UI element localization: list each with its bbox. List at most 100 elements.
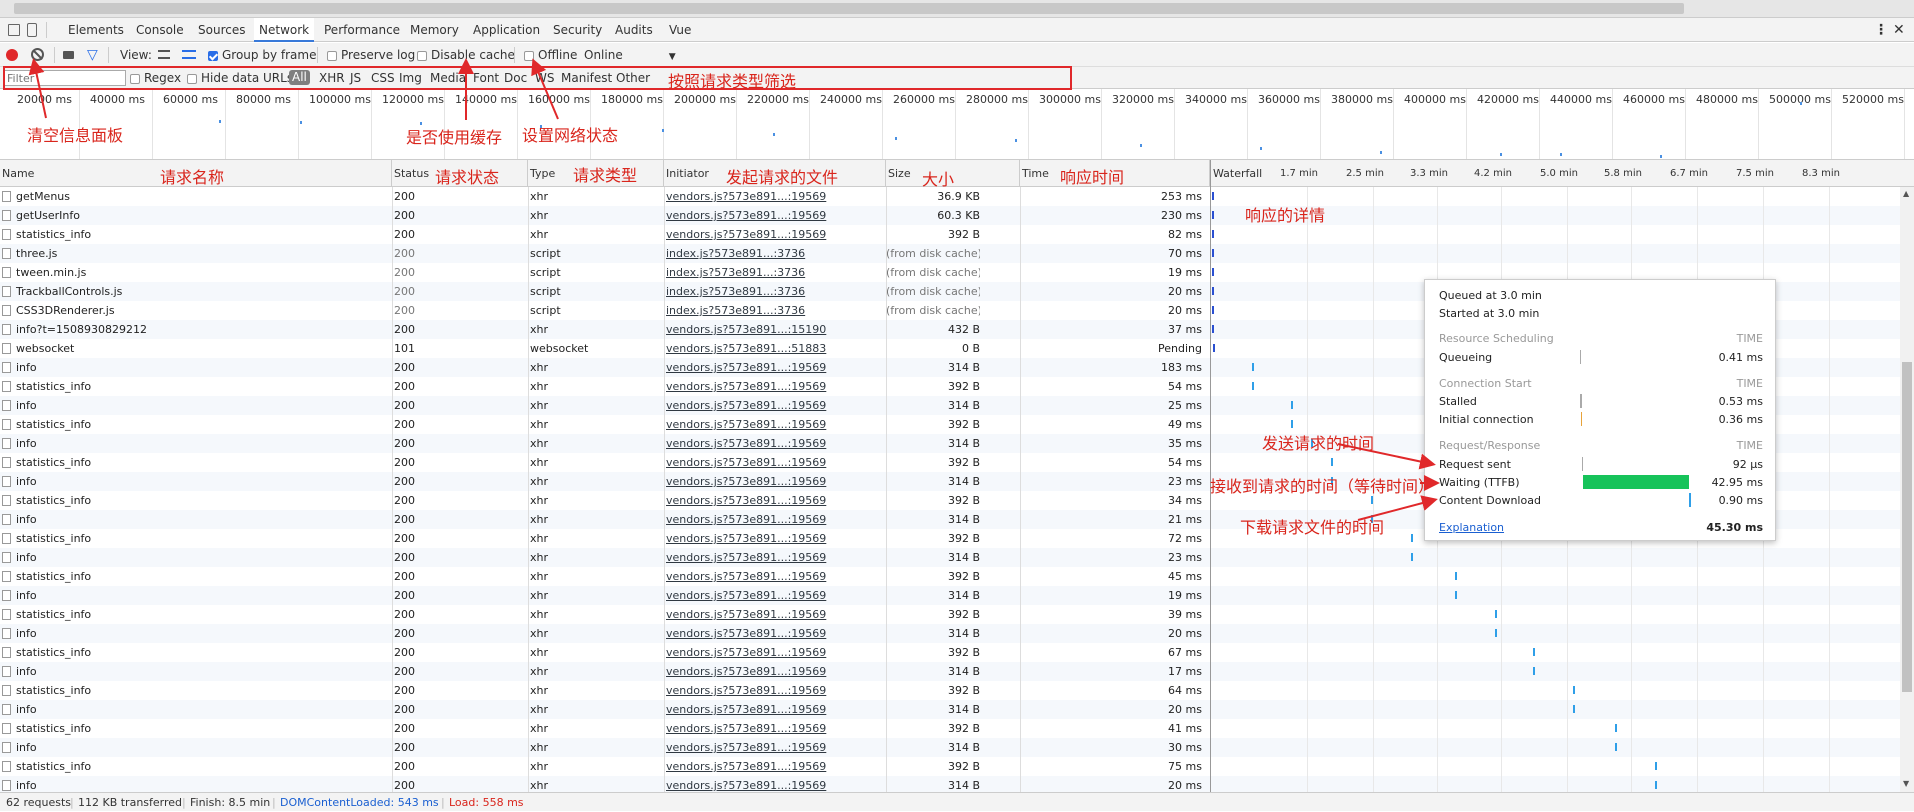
waterfall-bar[interactable] <box>1252 382 1254 390</box>
horizontal-scrollbar[interactable] <box>0 0 1914 18</box>
waterfall-bar[interactable] <box>1291 401 1293 409</box>
tab-application[interactable]: Application <box>473 18 540 42</box>
table-row[interactable]: statistics_info 200 xhr vendors.js?573e891.… <box>0 605 1210 624</box>
request-initiator[interactable]: index.js?573e891...:3736 <box>666 244 884 263</box>
waterfall-bar[interactable] <box>1212 325 1214 333</box>
waterfall-bar[interactable] <box>1291 420 1293 428</box>
request-initiator[interactable]: vendors.js?573e891...:15190 <box>666 320 884 339</box>
waterfall-bar[interactable] <box>1212 192 1214 200</box>
offline-checkbox[interactable]: Offline <box>524 44 577 66</box>
more-options-icon[interactable]: ⋮ <box>1874 18 1888 42</box>
table-row[interactable]: info 200 xhr vendors.js?573e891...:19569 314… <box>0 434 1210 453</box>
table-row[interactable]: statistics_info 200 xhr vendors.js?573e891.… <box>0 529 1210 548</box>
waterfall-bar[interactable] <box>1212 249 1214 257</box>
request-initiator[interactable]: vendors.js?573e891...:19569 <box>666 624 884 643</box>
request-initiator[interactable]: vendors.js?573e891...:19569 <box>666 206 884 225</box>
table-row[interactable]: statistics_info 200 xhr vendors.js?573e891.… <box>0 491 1210 510</box>
table-row[interactable]: statistics_info 200 xhr vendors.js?573e891.… <box>0 757 1210 776</box>
table-row[interactable]: statistics_info 200 xhr vendors.js?573e891.… <box>0 225 1210 244</box>
request-initiator[interactable]: vendors.js?573e891...:19569 <box>666 643 884 662</box>
scrollbar-thumb[interactable] <box>1902 362 1912 692</box>
disable-cache-checkbox[interactable]: Disable cache <box>417 44 515 66</box>
table-row[interactable]: info 200 xhr vendors.js?573e891...:19569 314… <box>0 624 1210 643</box>
request-initiator[interactable]: vendors.js?573e891...:19569 <box>666 434 884 453</box>
table-row[interactable]: websocket 101 websocket vendors.js?573e891.… <box>0 339 1210 358</box>
scroll-up-icon[interactable]: ▲ <box>1903 189 1909 198</box>
table-row[interactable]: info 200 xhr vendors.js?573e891...:19569 314… <box>0 738 1210 757</box>
waterfall-bar[interactable] <box>1411 534 1413 542</box>
waterfall-bar[interactable] <box>1533 667 1535 675</box>
record-icon[interactable] <box>6 49 18 61</box>
table-row[interactable]: statistics_info 200 xhr vendors.js?573e891.… <box>0 415 1210 434</box>
request-initiator[interactable]: index.js?573e891...:3736 <box>666 263 884 282</box>
waterfall-bar[interactable] <box>1573 705 1575 713</box>
tab-audits[interactable]: Audits <box>615 18 653 42</box>
waterfall-bar[interactable] <box>1212 268 1214 276</box>
table-row[interactable]: info 200 xhr vendors.js?573e891...:19569 314… <box>0 548 1210 567</box>
table-row[interactable]: info 200 xhr vendors.js?573e891...:19569 314… <box>0 700 1210 719</box>
request-initiator[interactable]: vendors.js?573e891...:19569 <box>666 776 884 792</box>
waterfall-view-icon[interactable] <box>182 50 196 59</box>
table-row[interactable]: tween.min.js 200 script index.js?573e891...… <box>0 263 1210 282</box>
throttling-select[interactable]: Online ▼ <box>584 44 676 68</box>
waterfall-bar[interactable] <box>1615 724 1617 732</box>
timeline-overview[interactable]: 20000 ms 40000 ms 60000 ms 80000 ms 100000 m… <box>0 89 1914 160</box>
group-by-frame-checkbox[interactable]: Group by frame <box>208 44 316 66</box>
request-initiator[interactable]: vendors.js?573e891...:19569 <box>666 377 884 396</box>
request-initiator[interactable]: vendors.js?573e891...:19569 <box>666 662 884 681</box>
waterfall-bar[interactable] <box>1655 781 1657 789</box>
table-row[interactable]: getUserInfo 200 xhr vendors.js?573e891...:1… <box>0 206 1210 225</box>
request-initiator[interactable]: vendors.js?573e891...:19569 <box>666 453 884 472</box>
request-initiator[interactable]: vendors.js?573e891...:19569 <box>666 548 884 567</box>
table-row[interactable]: statistics_info 200 xhr vendors.js?573e891.… <box>0 643 1210 662</box>
waterfall-bar[interactable] <box>1495 610 1497 618</box>
tab-security[interactable]: Security <box>553 18 602 42</box>
waterfall-bar[interactable] <box>1495 629 1497 637</box>
waterfall-bar[interactable] <box>1455 591 1457 599</box>
table-row[interactable]: statistics_info 200 xhr vendors.js?573e891.… <box>0 567 1210 586</box>
tab-memory[interactable]: Memory <box>410 18 459 42</box>
table-row[interactable]: statistics_info 200 xhr vendors.js?573e891.… <box>0 681 1210 700</box>
tab-console[interactable]: Console <box>136 18 184 42</box>
request-initiator[interactable]: index.js?573e891...:3736 <box>666 282 884 301</box>
large-rows-icon[interactable] <box>158 50 170 59</box>
request-initiator[interactable]: vendors.js?573e891...:19569 <box>666 738 884 757</box>
table-row[interactable]: statistics_info 200 xhr vendors.js?573e891.… <box>0 377 1210 396</box>
waterfall-bar[interactable] <box>1455 572 1457 580</box>
request-initiator[interactable]: vendors.js?573e891...:19569 <box>666 187 884 206</box>
request-initiator[interactable]: vendors.js?573e891...:19569 <box>666 358 884 377</box>
waterfall-bar[interactable] <box>1212 230 1214 238</box>
request-initiator[interactable]: vendors.js?573e891...:19569 <box>666 719 884 738</box>
waterfall-bar[interactable] <box>1533 648 1535 656</box>
explanation-link[interactable]: Explanation <box>1439 521 1504 534</box>
filter-icon[interactable]: ▽ <box>87 47 98 63</box>
waterfall-bar[interactable] <box>1252 363 1254 371</box>
waterfall-bar[interactable] <box>1371 496 1373 504</box>
table-row[interactable]: info 200 xhr vendors.js?573e891...:19569 314… <box>0 586 1210 605</box>
request-initiator[interactable]: vendors.js?573e891...:19569 <box>666 225 884 244</box>
table-row[interactable]: info 200 xhr vendors.js?573e891...:19569 314… <box>0 662 1210 681</box>
request-initiator[interactable]: vendors.js?573e891...:19569 <box>666 681 884 700</box>
table-row[interactable]: CSS3DRenderer.js 200 script index.js?573e89… <box>0 301 1210 320</box>
request-initiator[interactable]: vendors.js?573e891...:19569 <box>666 510 884 529</box>
request-initiator[interactable]: vendors.js?573e891...:19569 <box>666 491 884 510</box>
request-initiator[interactable]: vendors.js?573e891...:19569 <box>666 700 884 719</box>
waterfall-bar[interactable] <box>1615 743 1617 751</box>
close-icon[interactable]: ✕ <box>1893 18 1905 42</box>
waterfall-bar[interactable] <box>1573 686 1575 694</box>
table-row[interactable]: info 200 xhr vendors.js?573e891...:19569 314… <box>0 472 1210 491</box>
clear-icon[interactable] <box>31 48 44 61</box>
table-row[interactable]: statistics_info 200 xhr vendors.js?573e891.… <box>0 719 1210 738</box>
request-initiator[interactable]: vendors.js?573e891...:19569 <box>666 757 884 776</box>
table-row[interactable]: info 200 xhr vendors.js?573e891...:19569 314… <box>0 396 1210 415</box>
table-row[interactable]: info 200 xhr vendors.js?573e891...:19569 314… <box>0 358 1210 377</box>
table-row[interactable]: TrackballControls.js 200 script index.js?57… <box>0 282 1210 301</box>
vertical-scrollbar[interactable]: ▲ ▼ <box>1900 187 1914 792</box>
request-initiator[interactable]: index.js?573e891...:3736 <box>666 301 884 320</box>
waterfall-bar[interactable] <box>1212 211 1214 219</box>
table-row[interactable]: info 200 xhr vendors.js?573e891...:19569 314… <box>0 510 1210 529</box>
request-initiator[interactable]: vendors.js?573e891...:19569 <box>666 415 884 434</box>
request-initiator[interactable]: vendors.js?573e891...:19569 <box>666 472 884 491</box>
table-row[interactable]: getMenus 200 xhr vendors.js?573e891...:1956… <box>0 187 1210 206</box>
tab-performance[interactable]: Performance <box>324 18 400 42</box>
